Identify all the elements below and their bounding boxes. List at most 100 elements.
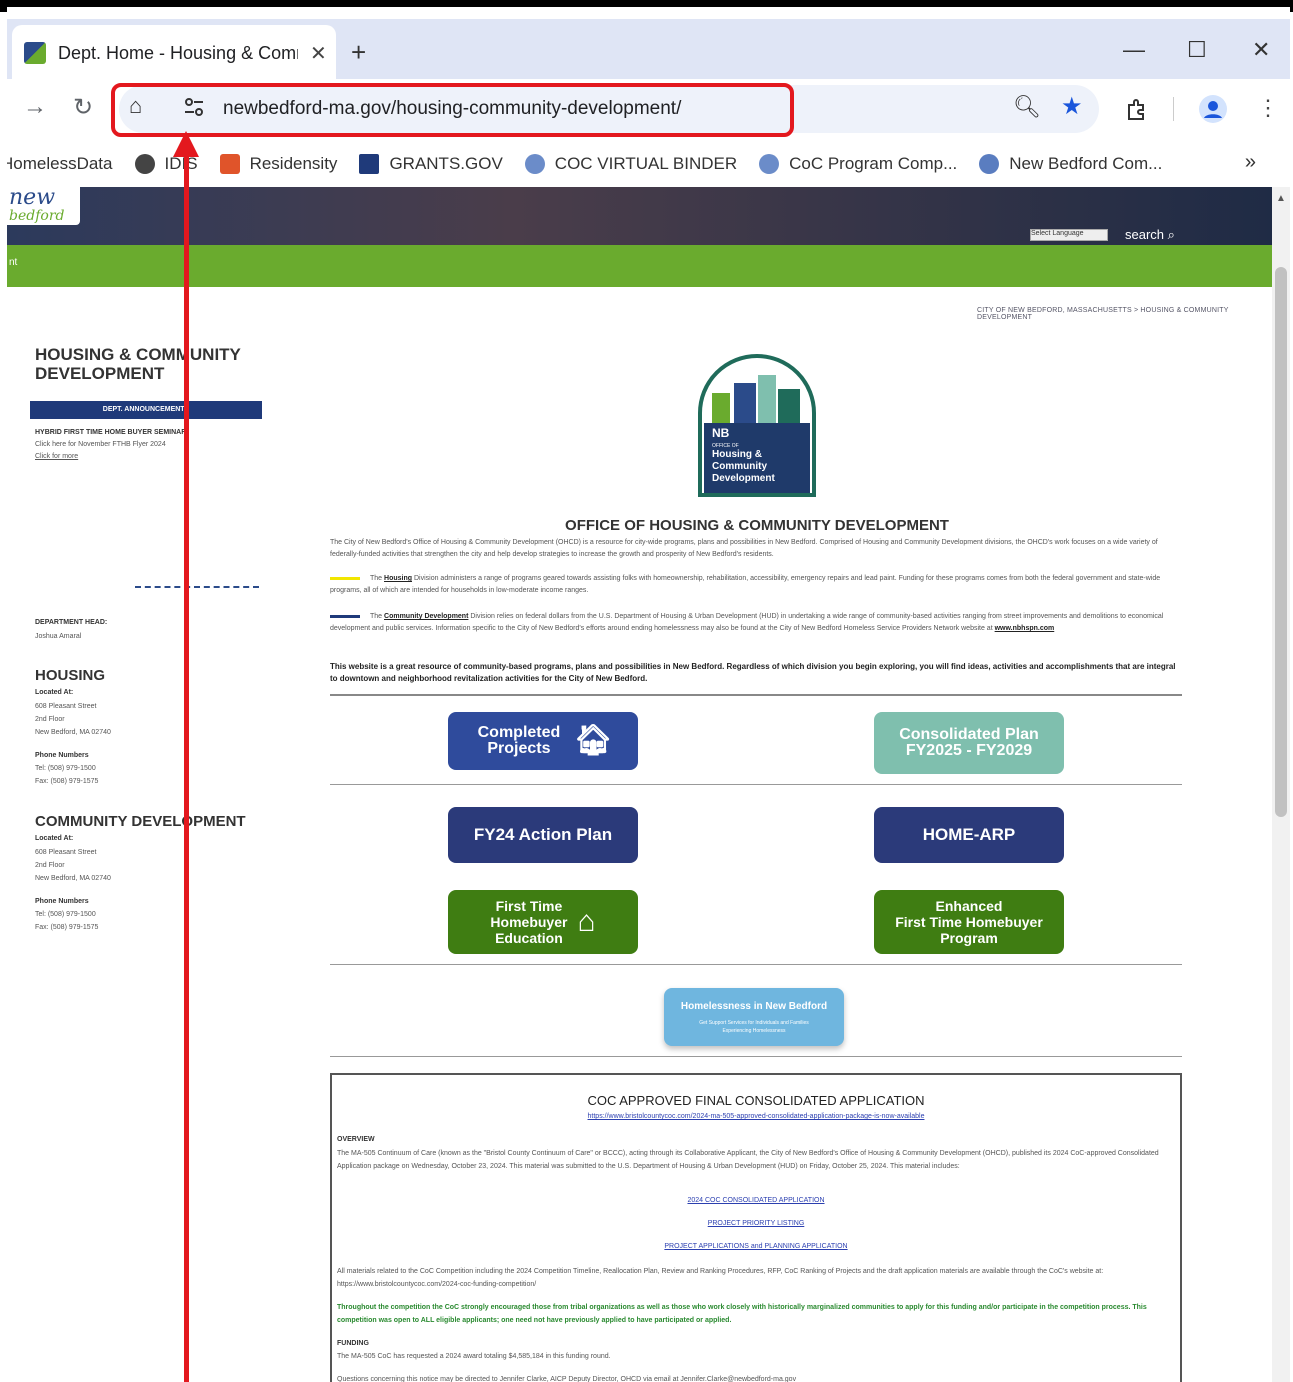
sidebar-title: HOUSING & COMMUNITY DEVELOPMENT [35, 345, 241, 383]
globe-icon [134, 154, 155, 174]
consolidated-plan-label: Consolidated Plan [899, 726, 1039, 743]
new-tab-button[interactable]: + [351, 37, 366, 68]
bookmark-homelessdata[interactable]: HomelessData [7, 154, 113, 174]
project-applications-link[interactable]: PROJECT APPLICATIONS and PLANNING APPLIC… [332, 1243, 1180, 1250]
announcements-header: DEPT. ANNOUNCEMENTS [30, 401, 262, 419]
bookmark-grants-gov[interactable]: GRANTS.GOV [359, 154, 503, 174]
funding-label: FUNDING [337, 1340, 369, 1347]
home-arp-button[interactable]: HOME-ARP [874, 807, 1064, 863]
coc-url-link[interactable]: https://www.bristolcountycoc.com/2024-ma… [332, 1113, 1180, 1120]
bookmark-label: GRANTS.GOV [389, 154, 503, 173]
house-certificate-icon: 🏠︎ [573, 724, 613, 757]
housing-paragraph: The Housing Division administers a range… [330, 573, 1182, 597]
language-select[interactable]: Select Language [1030, 229, 1108, 241]
announcement-subtext: Click here for November FTHB Flyer 2024 [35, 441, 166, 448]
emblem-line-1: Housing & [712, 449, 762, 460]
divider [330, 964, 1182, 965]
homelessness-in-new-bedford-button[interactable]: Homelessness in New Bedford Get Support … [664, 988, 844, 1046]
divider [330, 1056, 1182, 1057]
page-scrollbar[interactable]: ▲ [1272, 187, 1290, 1382]
housing-heading: HOUSING [35, 667, 106, 684]
maximize-button[interactable]: ☐ [1187, 37, 1207, 63]
housing-tel: Tel: (508) 979-1500 [35, 765, 96, 772]
funding-text: The MA-505 CoC has requested a 2024 awar… [337, 1353, 611, 1360]
cd-address-1: 608 Pleasant Street [35, 849, 97, 856]
search-icon: ⌕ [1167, 227, 1175, 242]
emblem-line-3: Development [712, 473, 775, 484]
extensions-icon[interactable] [1125, 97, 1149, 121]
announcement-item[interactable]: HYBRID FIRST TIME HOME BUYER SEMINAR [35, 427, 186, 439]
coc-title: COC APPROVED FINAL CONSOLIDATED APPLICAT… [587, 1093, 925, 1108]
enhanced-fthb-program-button[interactable]: Enhanced First Time Homebuyer Program [874, 890, 1064, 954]
department-head-name: Joshua Amaral [35, 633, 82, 640]
bookmark-residensity[interactable]: Residensity [219, 154, 337, 174]
city-seal-icon [979, 154, 1000, 174]
reload-icon[interactable]: ↻ [73, 93, 93, 122]
emblem-line-2: Community [712, 461, 767, 472]
cd-link[interactable]: Community Development [384, 613, 468, 620]
scroll-up-arrow-icon[interactable]: ▲ [1276, 193, 1286, 204]
fthe-line-1: First Time [495, 898, 563, 914]
bookmark-new-bedford-com[interactable]: New Bedford Com... [979, 154, 1162, 174]
tab-close-icon[interactable]: ✕ [310, 41, 327, 66]
bookmarks-bar: HomelessData IDIS Residensity GRANTS.GOV… [7, 141, 1290, 187]
site-favicon-icon [24, 42, 46, 64]
efthb-line-1: Enhanced [935, 898, 1003, 914]
announcement-link[interactable]: Click for more [35, 451, 78, 463]
equity-statement: Throughout the competition the CoC stron… [337, 1304, 1147, 1324]
first-time-homebuyer-education-button[interactable]: First Time Homebuyer Education ⌂ [448, 890, 638, 954]
tab-strip: Dept. Home - Housing & Comm ✕ + — ☐ ✕ [7, 19, 1290, 81]
homeless-sublabel: Get Support Services for Individuals and… [699, 1020, 809, 1034]
consolidated-plan-button[interactable]: Consolidated Plan FY2025 - FY2029 [874, 712, 1064, 774]
web-page: new bedford Select Language search ⌕ nt C… [7, 187, 1272, 1382]
bookmark-star-icon[interactable]: ★ [1061, 92, 1083, 121]
housing-located-label: Located At: [35, 689, 74, 696]
cd-address-2: 2nd Floor [35, 862, 65, 869]
site-search-button[interactable]: search ⌕ [1125, 227, 1175, 243]
close-window-button[interactable]: ✕ [1252, 37, 1270, 63]
scroll-thumb[interactable] [1275, 267, 1287, 817]
cd-color-swatch [330, 614, 360, 618]
resource-paragraph: This website is a great resource of comm… [330, 662, 1176, 683]
efthb-line-3: Program [940, 930, 998, 946]
active-tab[interactable]: Dept. Home - Housing & Comm ✕ [12, 25, 336, 81]
search-label: search [1125, 227, 1165, 242]
cd-fax: Fax: (508) 979-1575 [35, 924, 99, 931]
cd-tel: Tel: (508) 979-1500 [35, 911, 96, 918]
fy24-action-plan-button[interactable]: FY24 Action Plan [448, 807, 638, 863]
url-highlight-annotation [111, 83, 794, 137]
more-bookmarks-chevron-icon[interactable]: » [1245, 151, 1256, 174]
breadcrumb[interactable]: CITY OF NEW BEDFORD, MASSACHUSETTS > HOU… [977, 307, 1272, 321]
nbhspn-link[interactable]: www.nbhspn.com [995, 625, 1055, 632]
bookmark-coc-program-comp[interactable]: CoC Program Comp... [759, 154, 957, 174]
city-logo[interactable]: new bedford [7, 187, 80, 225]
zoom-icon[interactable]: 🔍︎ [1013, 94, 1041, 120]
priority-listing-link[interactable]: PROJECT PRIORITY LISTING [332, 1220, 1180, 1227]
housing-address-2: 2nd Floor [35, 716, 65, 723]
housing-link[interactable]: Housing [384, 575, 412, 582]
homeless-label: Homelessness in New Bedford [680, 1001, 828, 1012]
profile-avatar-icon[interactable] [1199, 95, 1227, 123]
house-icon: ⌂ [577, 905, 596, 938]
intro-paragraph: The City of New Bedford's Office of Hous… [330, 539, 1158, 558]
emblem-nb: NB [712, 426, 730, 440]
housing-text: Division administers a range of programs… [330, 575, 1161, 594]
fthe-line-3: Education [495, 930, 563, 946]
sidebar-divider [135, 586, 259, 588]
completed-projects-button[interactable]: Completed Projects 🏠︎ [448, 712, 638, 770]
minimize-button[interactable]: — [1123, 37, 1145, 63]
annotation-arrow-line [184, 147, 189, 1382]
coc-icon [759, 154, 780, 174]
divider [330, 694, 1182, 696]
ohcd-emblem-logo: NB OFFICE OF Housing & Community Develop… [698, 354, 816, 497]
consolidated-application-link[interactable]: 2024 COC CONSOLIDATED APPLICATION [332, 1197, 1180, 1204]
housing-color-swatch [330, 576, 360, 580]
forward-arrow-icon[interactable]: → [23, 93, 47, 121]
questions-text: Questions concerning this notice may be … [337, 1376, 797, 1382]
the-word: The [370, 575, 383, 582]
menu-kebab-icon[interactable]: ⋮ [1257, 95, 1279, 121]
cd-located-label: Located At: [35, 835, 74, 842]
bookmark-coc-virtual-binder[interactable]: COC VIRTUAL BINDER [524, 154, 737, 174]
nav-fragment[interactable]: nt [9, 257, 17, 268]
consolidated-plan-years: FY2025 - FY2029 [905, 742, 1033, 759]
